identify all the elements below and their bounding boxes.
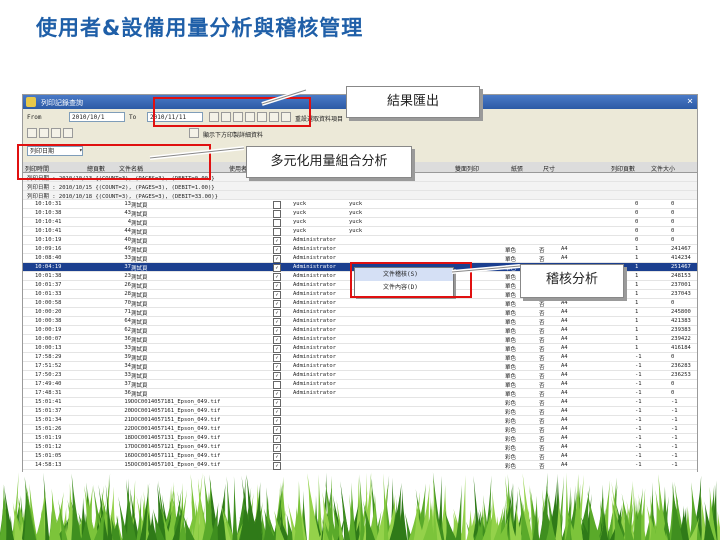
- analysis-connector-outline: [149, 147, 245, 159]
- export-connector-outline: [261, 89, 307, 105]
- callout-export: 結果匯出: [346, 86, 480, 118]
- callout-audit: 稽核分析: [520, 264, 624, 298]
- grass-decoration: [0, 472, 720, 540]
- callout-multi-analysis: 多元化用量組合分析: [246, 146, 412, 178]
- audit-connector-outline: [451, 265, 521, 273]
